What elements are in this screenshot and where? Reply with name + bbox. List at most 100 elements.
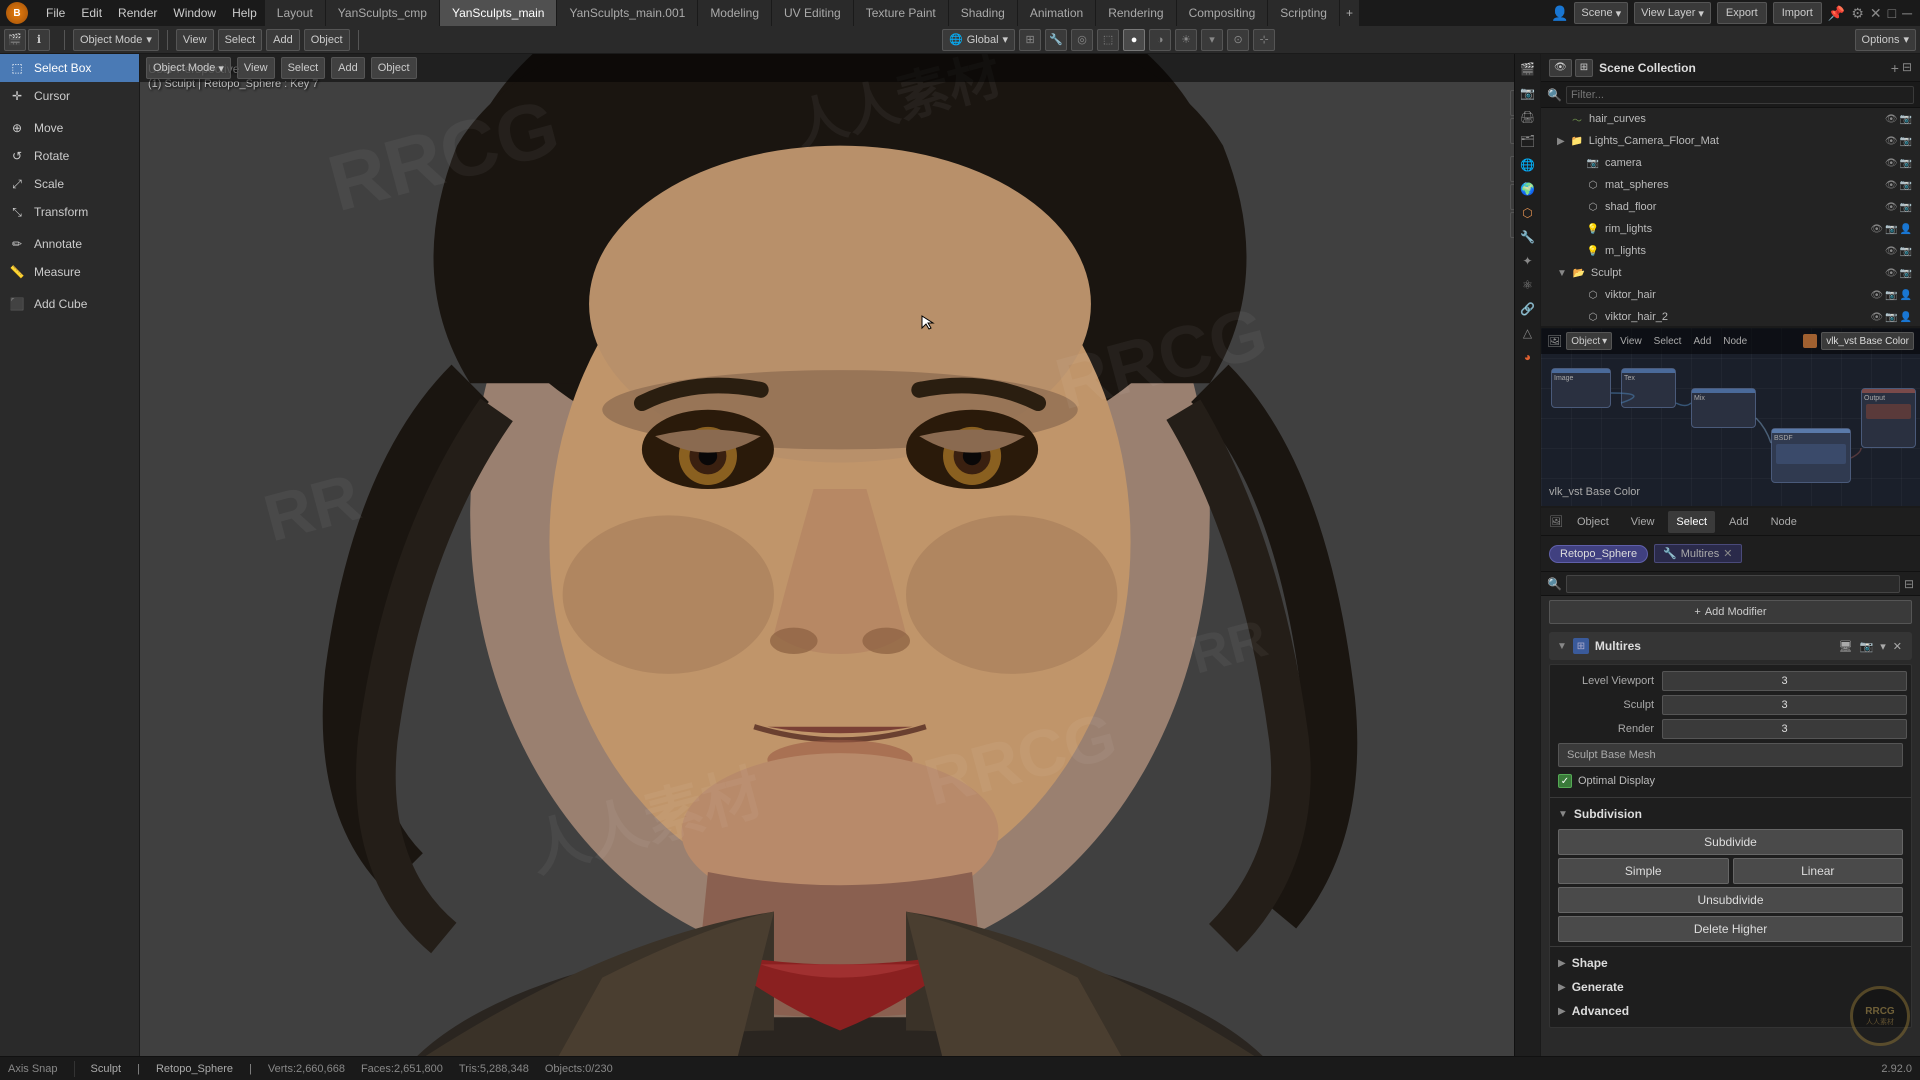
add-modifier-btn[interactable]: + Add Modifier	[1549, 600, 1912, 624]
tab-yansculpts-cmp[interactable]: YanSculpts_cmp	[326, 0, 440, 26]
subdivide-btn[interactable]: Subdivide	[1558, 829, 1903, 855]
tool-measure[interactable]: 📏 Measure	[0, 258, 139, 286]
viewport-shade-options[interactable]: ▾	[1201, 29, 1223, 51]
render-menu[interactable]: Render	[110, 0, 165, 26]
view-btn[interactable]: View	[176, 29, 214, 51]
settings-icon[interactable]: ⚙	[1851, 5, 1864, 22]
render-properties-icon[interactable]: 📷	[1517, 82, 1539, 104]
node-card-2[interactable]: Tex	[1621, 368, 1676, 408]
retopo-sphere-pill[interactable]: Retopo_Sphere	[1549, 545, 1648, 563]
proportional-icon[interactable]: ◎	[1071, 29, 1093, 51]
node-view-btn[interactable]: View	[1616, 336, 1646, 347]
scene-icon[interactable]: 🌐	[1517, 154, 1539, 176]
node-select-btn[interactable]: Select	[1650, 336, 1686, 347]
tab-yansculpts-main[interactable]: YanSculpts_main	[440, 0, 558, 26]
outliner-item-rim-lights[interactable]: 💡 rim_lights 👁 📷 👤	[1541, 218, 1920, 240]
view-layer-dropdown[interactable]: View Layer ▾	[1634, 2, 1711, 24]
tab-layout[interactable]: Layout	[265, 0, 326, 26]
render-value[interactable]: 3	[1662, 719, 1907, 739]
gizmo-btn[interactable]: ⊹	[1253, 29, 1275, 51]
outliner-item-viktor-hair[interactable]: ⬡ viktor_hair 👁 📷 👤	[1541, 284, 1920, 306]
rendered-btn[interactable]: ☀	[1175, 29, 1197, 51]
node-card-5[interactable]: Output	[1861, 388, 1916, 448]
simple-btn[interactable]: Simple	[1558, 858, 1729, 884]
outliner-search-input[interactable]	[1566, 86, 1914, 104]
tool-add-cube[interactable]: ⬛ Add Cube	[0, 290, 139, 318]
tab-uv-editing[interactable]: UV Editing	[772, 0, 854, 26]
mode-dropdown[interactable]: Object Mode▾	[73, 29, 159, 51]
snap-icon[interactable]: ⊞	[1019, 29, 1041, 51]
props-node-btn[interactable]: Node	[1763, 511, 1805, 533]
pin-icon[interactable]: 📌	[1828, 5, 1845, 22]
filter-options-icon[interactable]: ⊟	[1904, 577, 1914, 591]
outliner-item-viktor-hair-2[interactable]: ⬡ viktor_hair_2 👁 📷 👤	[1541, 306, 1920, 328]
tab-scripting[interactable]: Scripting	[1268, 0, 1340, 26]
maximize-icon[interactable]: □	[1888, 5, 1896, 21]
magnet-icon[interactable]: 🔧	[1045, 29, 1067, 51]
solid-btn[interactable]: ●	[1123, 29, 1145, 51]
options-dropdown[interactable]: Options▾	[1855, 29, 1916, 51]
close-icon[interactable]: ✕	[1870, 5, 1882, 22]
vp-object-btn[interactable]: Object	[371, 57, 417, 79]
overlay-btn[interactable]: ⊙	[1227, 29, 1249, 51]
outliner-item-sculpt-collection[interactable]: ▼ 📂 Sculpt 👁 📷	[1541, 262, 1920, 284]
vp-select-btn[interactable]: Select	[281, 57, 326, 79]
world-icon[interactable]: 🌍	[1517, 178, 1539, 200]
outliner-item-hair-curves[interactable]: 〜 hair_curves 👁 📷	[1541, 108, 1920, 130]
props-object-btn[interactable]: Object	[1569, 511, 1617, 533]
node-add-btn[interactable]: Add	[1689, 336, 1715, 347]
edit-menu[interactable]: Edit	[73, 0, 110, 26]
multires-label[interactable]: 🔧 Multires ✕	[1654, 544, 1741, 563]
view-icon-btn[interactable]: 👁	[1549, 59, 1572, 77]
add-btn[interactable]: Add	[266, 29, 300, 51]
tab-animation[interactable]: Animation	[1018, 0, 1096, 26]
outliner-item-mat-spheres[interactable]: ⬡ mat_spheres 👁 📷	[1541, 174, 1920, 196]
vp-add-btn[interactable]: Add	[331, 57, 365, 79]
export-button[interactable]: Export	[1717, 2, 1767, 24]
tool-scale[interactable]: ⤢ Scale	[0, 170, 139, 198]
outliner-item-lights-collection[interactable]: ▶ 📁 Lights_Camera_Floor_Mat 👁 📷	[1541, 130, 1920, 152]
object-btn[interactable]: Object	[304, 29, 350, 51]
outliner-item-shad-floor[interactable]: ⬡ shad_floor 👁 📷	[1541, 196, 1920, 218]
tool-annotate[interactable]: ✏ Annotate	[0, 230, 139, 258]
level-viewport-value[interactable]: 3	[1662, 671, 1907, 691]
modifier-icon[interactable]: 🔧	[1517, 226, 1539, 248]
tab-yansculpts-main-001[interactable]: YanSculpts_main.001	[557, 0, 698, 26]
vp-view-btn[interactable]: View	[237, 57, 275, 79]
outliner-filter-btn[interactable]: ⊞	[1575, 59, 1593, 77]
sculpt-base-mesh-btn[interactable]: Sculpt Base Mesh	[1558, 743, 1903, 767]
material-name-display[interactable]: vlk_vst Base Color	[1821, 332, 1914, 350]
tool-transform[interactable]: ⤡ Transform	[0, 198, 139, 226]
linear-btn[interactable]: Linear	[1733, 858, 1904, 884]
tool-cursor[interactable]: ✛ Cursor	[0, 82, 139, 110]
tab-rendering[interactable]: Rendering	[1096, 0, 1176, 26]
select-btn[interactable]: Select	[218, 29, 263, 51]
sculpt-value[interactable]: 3	[1662, 695, 1907, 715]
render-icon-btn[interactable]: 🎬	[4, 29, 26, 51]
tab-modeling[interactable]: Modeling	[698, 0, 772, 26]
minimize-icon[interactable]: ─	[1902, 5, 1912, 21]
filter-icon[interactable]: ⊟	[1902, 60, 1912, 76]
tool-rotate[interactable]: ↺ Rotate	[0, 142, 139, 170]
window-menu[interactable]: Window	[165, 0, 224, 26]
node-node-btn[interactable]: Node	[1719, 336, 1751, 347]
node-card-3[interactable]: Mix	[1691, 388, 1756, 428]
tab-texture-paint[interactable]: Texture Paint	[854, 0, 949, 26]
collection-render-icon[interactable]: 📷	[1900, 136, 1912, 147]
modifier-down-icon[interactable]: ▾	[1878, 640, 1888, 653]
tool-move[interactable]: ⊕ Move	[0, 114, 139, 142]
tool-select-box[interactable]: ⬚ Select Box	[0, 54, 139, 82]
collection-hide-icon[interactable]: 👁	[1885, 136, 1898, 147]
tab-add[interactable]: +	[1340, 0, 1360, 26]
shape-section-header[interactable]: ▶ Shape	[1550, 951, 1911, 975]
material-btn[interactable]: ◑	[1149, 29, 1171, 51]
subdivision-section-header[interactable]: ▼ Subdivision	[1550, 802, 1911, 826]
view-layer-icon[interactable]: 🗂	[1517, 130, 1539, 152]
help-menu[interactable]: Help	[224, 0, 265, 26]
data-icon[interactable]: △	[1517, 322, 1539, 344]
particle-icon[interactable]: ✦	[1517, 250, 1539, 272]
props-view-btn[interactable]: View	[1623, 511, 1663, 533]
tab-shading[interactable]: Shading	[949, 0, 1018, 26]
props-search-input[interactable]	[1566, 575, 1900, 593]
viewport-3d[interactable]: RRCG 人人素材 RR RRCG 人人素材 RRCG RR Object Mo…	[140, 54, 1540, 1056]
